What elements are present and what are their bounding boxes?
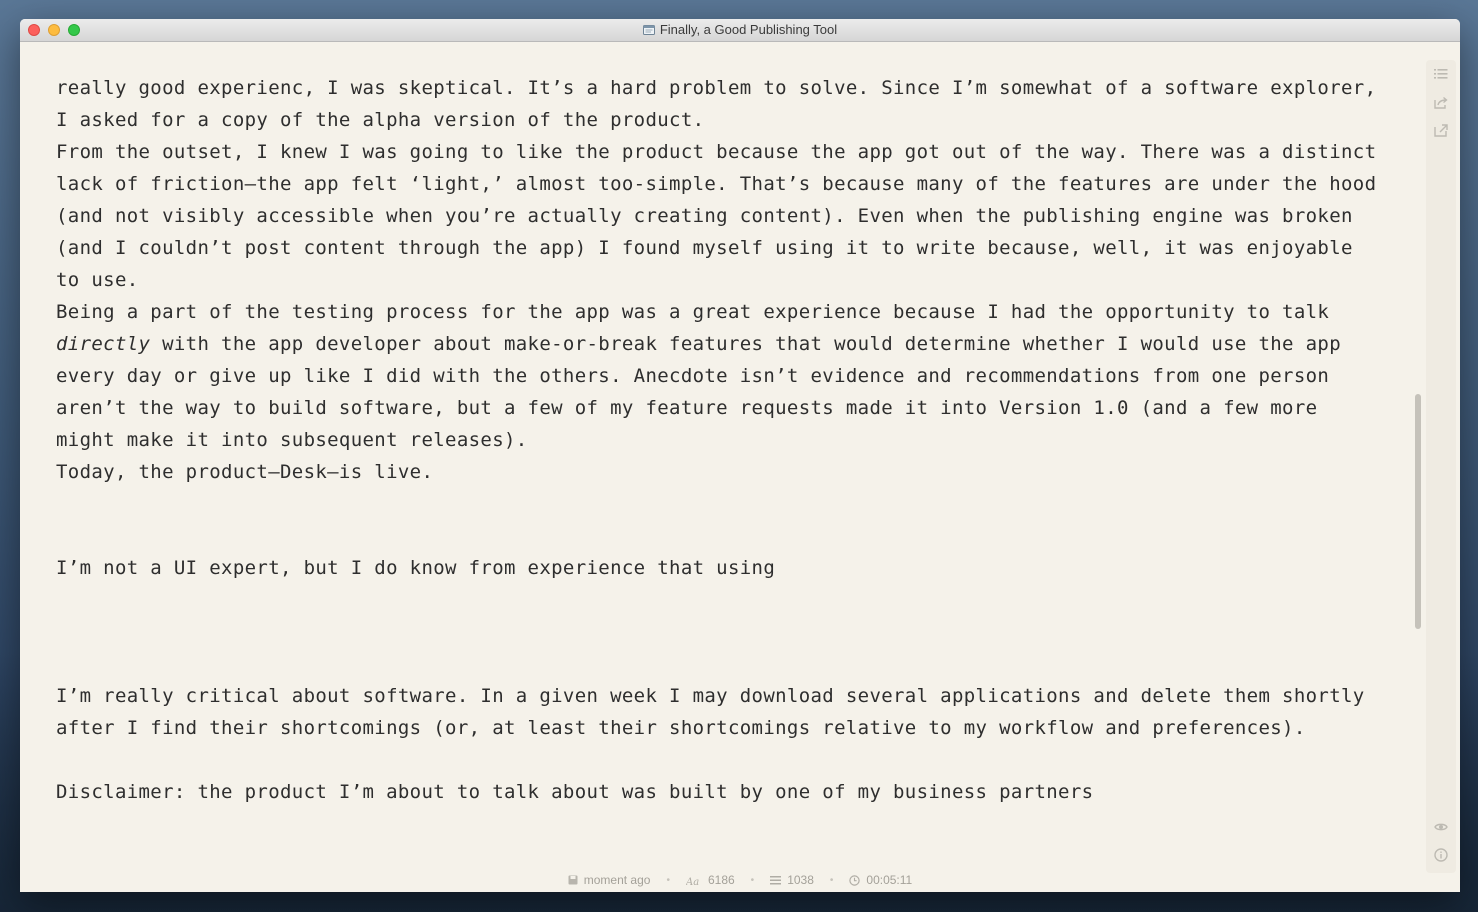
editor-line: every day or give up like I did with the… <box>56 365 1330 387</box>
save-status-text: moment ago <box>583 873 651 887</box>
editor-line: Today, the product—Desk—is live. <box>56 461 434 483</box>
publish-icon[interactable] <box>1433 122 1449 138</box>
editor-line: (and not visibly accessible when you’re … <box>56 205 1353 227</box>
list-icon[interactable] <box>1433 66 1449 82</box>
editor-text-area[interactable]: really good experienc, I was skeptical. … <box>56 72 1416 808</box>
lines-icon <box>770 875 782 884</box>
vertical-scrollbar[interactable] <box>1415 394 1421 629</box>
editor-line: (and I couldn’t post content through the… <box>56 237 1353 259</box>
editor-line: I’m not a UI expert, but I do know from … <box>56 557 776 579</box>
character-count-value: 6186 <box>707 873 735 887</box>
word-count: 1038 <box>770 873 814 887</box>
title-bar[interactable]: Finally, a Good Publishing Tool <box>20 19 1460 42</box>
editor-line: to use. <box>56 269 139 291</box>
editor-line: Being a part of the testing process for … <box>56 301 1330 323</box>
separator: • <box>750 874 755 886</box>
editor-line: I asked for a copy of the alpha version … <box>56 109 705 131</box>
editor-line: directly with the app developer about ma… <box>56 328 1416 360</box>
editor-line: From the outset, I knew I was going to l… <box>56 141 1377 163</box>
editor-line-rest: with the app developer about make-or-bre… <box>150 333 1341 355</box>
editor-line: aren’t the way to build software, but a … <box>56 397 1318 419</box>
document-icon <box>642 25 655 35</box>
character-count: Aa 6186 <box>686 873 735 887</box>
clock-icon <box>849 874 861 886</box>
save-icon <box>568 875 578 885</box>
status-bar: moment ago • Aa 6186 • 1038 • 00:05:11 <box>20 868 1460 892</box>
share-icon[interactable] <box>1433 94 1449 110</box>
save-status: moment ago <box>568 873 651 887</box>
word-count-value: 1038 <box>787 873 814 887</box>
separator: • <box>666 874 670 886</box>
editor-line: Disclaimer: the product I’m about to tal… <box>56 781 1094 803</box>
editor-line: lack of friction—the app felt ‘light,’ a… <box>56 173 1377 195</box>
window-title-text: Finally, a Good Publishing Tool <box>659 22 838 37</box>
editor-line: might make it into subsequent releases). <box>56 429 528 451</box>
separator: • <box>829 874 834 886</box>
preview-eye-icon[interactable] <box>1433 819 1449 835</box>
app-window: Finally, a Good Publishing Tool really g… <box>20 19 1460 892</box>
editor-line: really good experienc, I was skeptical. … <box>56 77 1377 99</box>
window-title: Finally, a Good Publishing Tool <box>20 19 1460 41</box>
svg-text:Aa: Aa <box>686 877 699 886</box>
reading-time: 00:05:11 <box>849 873 912 887</box>
emphasized-word: directly <box>56 333 151 355</box>
editor-line: after I find their shortcomings (or, at … <box>56 717 1306 739</box>
editor-line: I’m really critical about software. In a… <box>56 685 1365 707</box>
right-toolbar <box>1426 60 1456 873</box>
info-icon[interactable] <box>1433 847 1449 863</box>
font-icon: Aa <box>686 877 699 886</box>
reading-time-value: 00:05:11 <box>866 873 913 887</box>
